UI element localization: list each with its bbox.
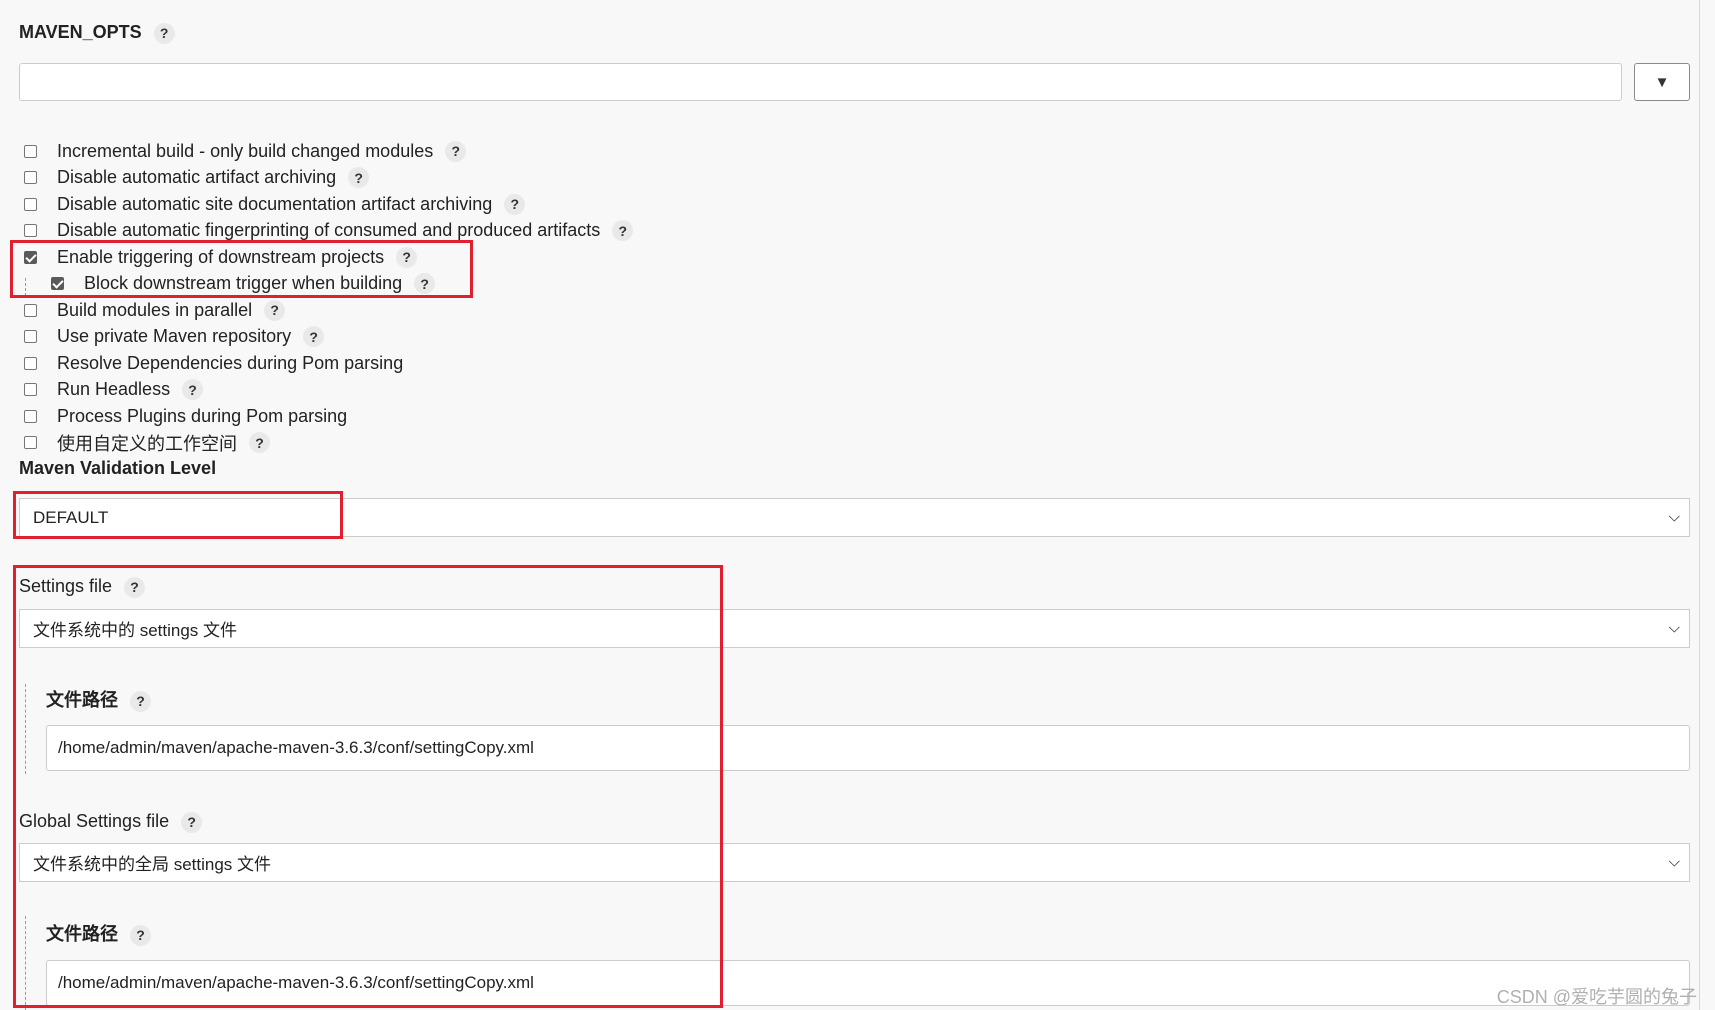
page-border (1699, 0, 1700, 1010)
option-row[interactable]: Disable automatic site documentation art… (24, 191, 633, 218)
help-icon[interactable]: ? (612, 220, 634, 242)
option-checkbox[interactable] (24, 224, 37, 238)
option-label: 使用自定义的工作空间 (57, 433, 237, 454)
nested-option-guide (25, 278, 26, 296)
option-checkbox[interactable] (24, 409, 37, 423)
nested-field-guide (25, 916, 26, 1010)
global-settings-file-value: 文件系统中的全局 settings 文件 (33, 855, 272, 874)
option-checkbox[interactable] (24, 383, 37, 397)
settings-file-select[interactable]: 文件系统中的 settings 文件 ⌵ (19, 609, 1690, 648)
help-icon[interactable]: ? (249, 432, 270, 454)
help-icon[interactable]: ? (264, 299, 286, 321)
option-label: Disable automatic artifact archiving (57, 167, 337, 188)
maven-opts-label-text: MAVEN_OPTS (19, 22, 142, 42)
settings-path-value: /home/admin/maven/apache-maven-3.6.3/con… (58, 738, 534, 757)
option-label: Use private Maven repository (57, 326, 292, 347)
global-settings-file-label: Global Settings file? (19, 811, 203, 833)
option-row[interactable]: Process Plugins during Pom parsing (24, 403, 633, 430)
option-row[interactable]: Use private Maven repository? (24, 324, 633, 351)
option-label: Incremental build - only build changed m… (57, 140, 434, 161)
chevron-down-icon: ⌵ (1668, 508, 1680, 526)
global-settings-file-select[interactable]: 文件系统中的全局 settings 文件 ⌵ (19, 843, 1690, 882)
option-checkbox[interactable] (51, 277, 64, 291)
help-icon[interactable]: ? (130, 924, 151, 946)
option-row[interactable]: Incremental build - only build changed m… (24, 138, 633, 165)
help-icon[interactable]: ? (303, 326, 325, 348)
watermark: CSDN @爱吃芋圆的兔子 (1496, 987, 1697, 1007)
help-icon[interactable]: ? (445, 140, 467, 162)
option-checkbox[interactable] (24, 330, 37, 344)
help-icon[interactable]: ? (348, 167, 370, 189)
settings-file-label: Settings file? (19, 576, 146, 598)
nested-field-guide (25, 684, 26, 774)
option-checkbox[interactable] (24, 356, 37, 370)
option-checkbox[interactable] (24, 436, 37, 450)
option-label: Run Headless (57, 379, 171, 400)
chevron-down-icon: ⌵ (1668, 619, 1680, 637)
help-icon[interactable]: ? (414, 273, 436, 295)
help-icon[interactable]: ? (124, 576, 146, 598)
triangle-down-icon: ▼ (1654, 73, 1670, 91)
settings-path-input[interactable]: /home/admin/maven/apache-maven-3.6.3/con… (46, 725, 1690, 771)
option-row[interactable]: Enable triggering of downstream projects… (24, 244, 633, 271)
option-checkbox[interactable] (24, 197, 37, 211)
validation-level-select[interactable]: DEFAULT ⌵ (19, 498, 1690, 537)
settings-path-label: 文件路径? (46, 686, 151, 712)
help-icon[interactable]: ? (130, 690, 151, 712)
option-row[interactable]: Disable automatic fingerprinting of cons… (24, 218, 634, 245)
expand-button[interactable]: ▼ (1634, 63, 1690, 101)
option-label: Block downstream trigger when building (84, 273, 403, 294)
settings-file-value: 文件系统中的 settings 文件 (33, 621, 238, 640)
global-settings-path-value: /home/admin/maven/apache-maven-3.6.3/con… (58, 973, 534, 992)
option-row[interactable]: Resolve Dependencies during Pom parsing (24, 350, 633, 377)
option-row[interactable]: Run Headless? (24, 377, 633, 404)
validation-level-value: DEFAULT (33, 507, 109, 527)
option-row[interactable]: Build modules in parallel? (24, 297, 633, 324)
settings-path-label-text: 文件路径 (46, 690, 118, 710)
maven-opts-input[interactable] (19, 63, 1622, 101)
option-checkbox[interactable] (24, 171, 37, 185)
global-settings-path-label-text: 文件路径 (46, 924, 118, 944)
global-settings-path-input[interactable]: /home/admin/maven/apache-maven-3.6.3/con… (46, 960, 1690, 1006)
option-label: Process Plugins during Pom parsing (57, 405, 348, 426)
option-checkbox[interactable] (24, 144, 37, 158)
option-label: Resolve Dependencies during Pom parsing (57, 352, 404, 373)
option-checkbox[interactable] (24, 303, 37, 317)
global-settings-file-label-text: Global Settings file (19, 811, 170, 831)
global-settings-path-label: 文件路径? (46, 920, 151, 946)
help-icon[interactable]: ? (181, 811, 203, 833)
option-label: Build modules in parallel (57, 299, 253, 320)
validation-level-label: Maven Validation Level (19, 458, 217, 478)
option-row[interactable]: Disable automatic artifact archiving? (24, 165, 633, 192)
help-icon[interactable]: ? (182, 379, 204, 401)
build-options-list: Incremental build - only build changed m… (24, 138, 634, 457)
option-checkbox[interactable] (24, 250, 37, 264)
option-label: Enable triggering of downstream projects (57, 246, 385, 267)
chevron-down-icon: ⌵ (1668, 853, 1680, 871)
option-row[interactable]: Block downstream trigger when building? (24, 271, 633, 298)
maven-opts-label: MAVEN_OPTS? (19, 22, 175, 44)
help-icon[interactable]: ? (153, 22, 175, 44)
help-icon[interactable]: ? (504, 193, 526, 215)
option-row[interactable]: 使用自定义的工作空间? (24, 430, 633, 457)
option-label: Disable automatic fingerprinting of cons… (57, 220, 601, 241)
settings-file-label-text: Settings file (19, 576, 113, 596)
help-icon[interactable]: ? (396, 246, 418, 268)
option-label: Disable automatic site documentation art… (57, 193, 493, 214)
